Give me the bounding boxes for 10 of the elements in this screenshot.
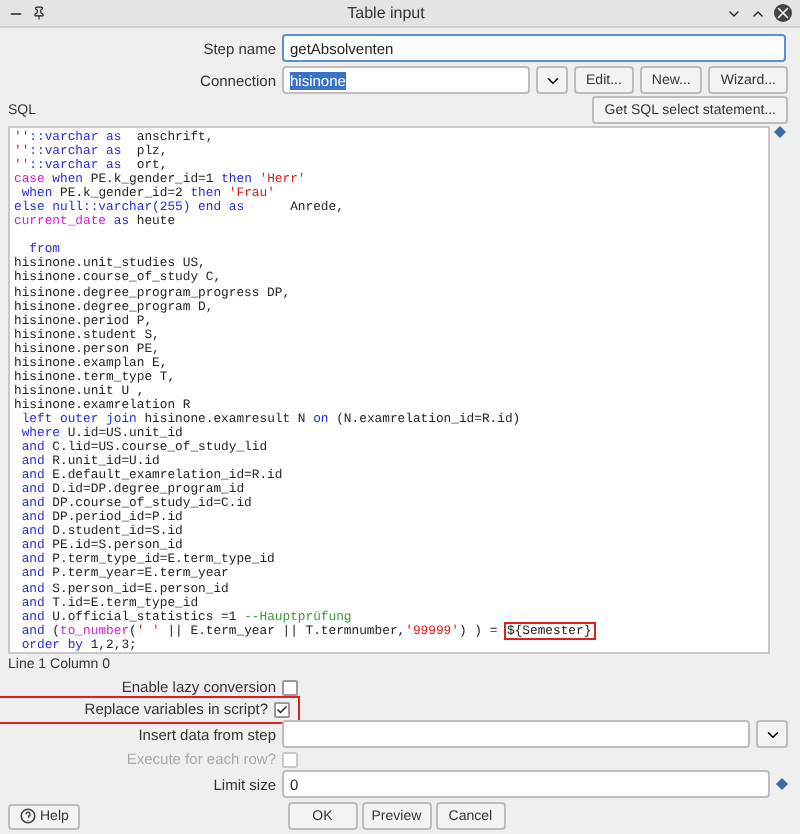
dropdown-button[interactable] — [756, 720, 788, 748]
pin-icon[interactable] — [32, 6, 46, 20]
dropdown-button[interactable] — [536, 66, 569, 94]
help-icon — [20, 808, 36, 824]
window-title: Table input — [345, 4, 427, 22]
sql-editor[interactable] — [8, 126, 770, 654]
checkbox[interactable] — [282, 679, 298, 695]
close-icon[interactable] — [774, 4, 792, 22]
variable-icon — [776, 778, 788, 790]
checkbox[interactable] — [274, 701, 290, 717]
